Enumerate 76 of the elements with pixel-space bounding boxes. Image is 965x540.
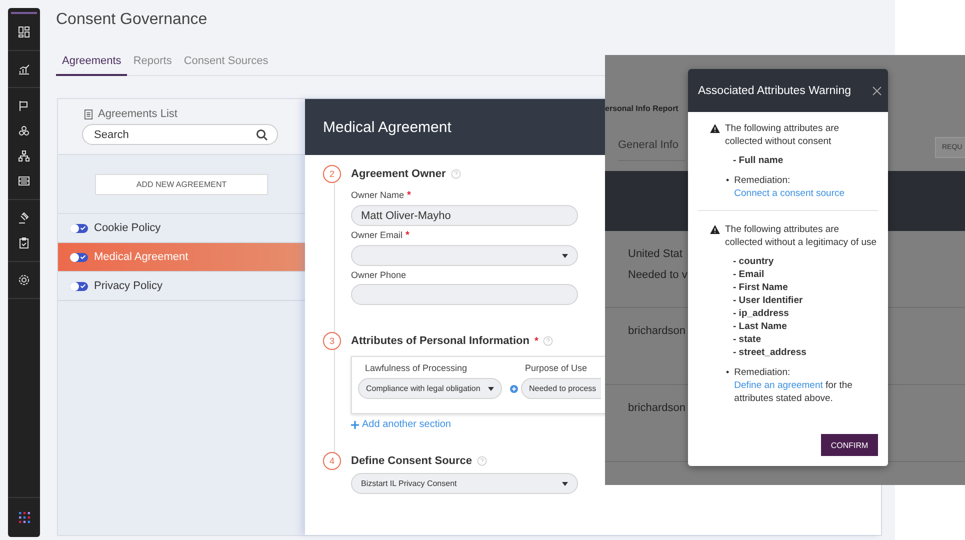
add-agreement-button[interactable]: ADD NEW AGREEMENT [95,174,268,194]
required-mark: * [534,336,538,346]
search-icon[interactable] [256,128,268,140]
caret-icon [488,386,494,390]
warning-icon [710,225,720,234]
search-input[interactable]: Search [92,128,256,142]
detail-title: Medical Agreement [323,118,452,136]
step-title: Attributes of Personal Information [351,335,530,347]
warning-message: The following attributes are collected without a legitimacy of use [725,223,878,249]
caret-icon [562,254,568,258]
org-icon[interactable] [18,150,30,162]
chart-icon[interactable] [18,63,30,75]
toggle-switch[interactable] [70,252,88,262]
confirm-button[interactable]: CONFIRM [821,434,878,456]
toggle-switch[interactable] [70,282,88,290]
select-field[interactable] [351,245,578,266]
caret-icon [562,482,568,486]
attribute-name: - First Name [733,281,788,294]
field-label: Owner Email [351,230,403,241]
attribute-name: - ip_address [733,307,789,320]
attribute-name: - street_address [733,346,806,359]
agreement-name: Medical Agreement [94,251,188,263]
tab[interactable]: Agreements [56,55,128,76]
gear-icon[interactable] [18,274,30,286]
inbox-icon[interactable] [18,175,30,187]
input-field[interactable] [351,284,578,305]
toggle-switch[interactable] [70,224,88,232]
gavel-icon[interactable] [18,212,30,224]
attribute-name: - Last Name [733,320,787,333]
column-label: Lawfulness of Processing [364,363,468,373]
attribute-name: - Email [733,268,764,281]
remediation-text: Remediation: Define an agreement for the attributes stated above. [734,366,854,405]
table-cell: Needed to v [628,269,688,281]
add-circle-icon[interactable] [510,384,518,392]
attribute-name: - country [733,255,774,268]
dashboard-icon[interactable] [18,26,30,38]
select-field[interactable]: Needed to process [521,378,601,399]
attribute-name: - User Identifier [733,294,803,307]
column-label: Purpose of Use [524,363,588,373]
attribute-name: - Full name [733,154,784,167]
agreement-item[interactable]: Privacy Policy [58,272,305,301]
warning-icon [710,124,720,133]
select-field[interactable]: Bizstart IL Privacy Consent [351,473,578,494]
select-field[interactable]: Compliance with legal obligation [358,378,502,399]
field-label: Owner Phone [351,270,406,280]
report-title: ersonal Info Report [605,104,680,113]
input-field[interactable]: Matt Oliver-Mayho [351,205,578,226]
step-number: 4 [323,452,341,470]
apps-grid-icon[interactable] [18,512,30,523]
step-title: Define Consent Source [351,455,472,467]
table-cell: brichardson [628,402,686,414]
panel-title: Agreements List [98,108,178,120]
step-number: 3 [323,332,341,350]
required-mark: * [407,190,411,201]
field-label: Owner Name [351,190,404,201]
nodes-icon[interactable] [18,125,30,137]
table-cell: brichardson [628,325,686,337]
attribute-name: - state [733,333,761,346]
step-number: 2 [323,165,341,183]
bullet-mark: • [726,174,730,187]
clipboard-icon[interactable] [18,237,30,249]
document-icon [84,108,93,120]
close-icon[interactable] [872,86,882,96]
bullet-mark: • [726,366,730,379]
table-cell: United Stat [628,248,682,260]
plus-icon [351,420,359,428]
agreement-name: Cookie Policy [94,222,161,234]
dialog-title: Associated Attributes Warning [698,84,852,96]
step-title: Agreement Owner [351,168,446,180]
warning-message: The following attributes are collected without consent [725,122,840,148]
flag-icon[interactable] [18,100,30,112]
search-field[interactable]: Search [82,124,278,145]
agreement-name: Privacy Policy [94,280,162,292]
page-title: Consent Governance [56,11,208,29]
remediation-text: Remediation: Connect a consent source [734,174,846,200]
required-mark: * [406,230,410,241]
